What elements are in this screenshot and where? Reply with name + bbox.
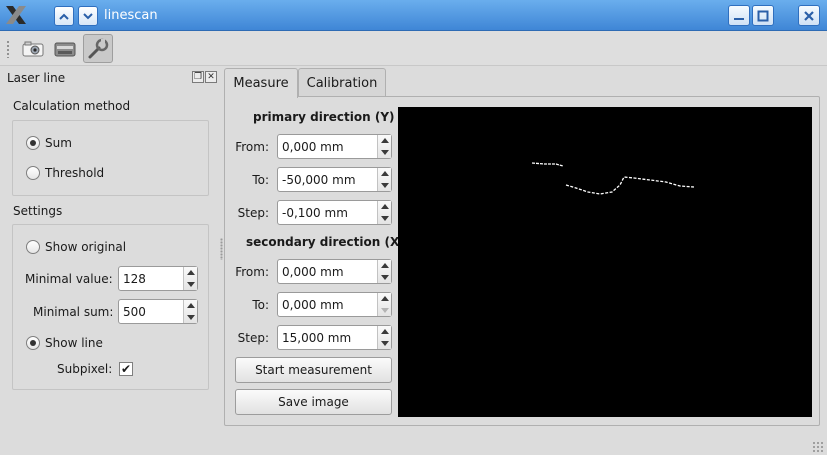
start-measurement-button[interactable]: Start measurement: [235, 357, 392, 383]
scanner-icon: [54, 42, 76, 56]
spin-arrows[interactable]: [377, 293, 391, 316]
spin-arrows[interactable]: [183, 267, 197, 290]
title-bar[interactable]: linescan: [0, 0, 827, 31]
primary-to-value[interactable]: -50,000 mm: [282, 173, 356, 187]
laser-line-trace: [531, 162, 695, 195]
tab-calibration[interactable]: Calibration: [298, 68, 386, 97]
threshold-radio-label[interactable]: Threshold: [45, 166, 104, 180]
scroll-up-button[interactable]: [54, 6, 74, 26]
primary-step-spinbox[interactable]: -0,100 mm: [277, 200, 392, 225]
spin-up-icon[interactable]: [381, 263, 389, 268]
dock-close-button[interactable]: ✕: [205, 71, 217, 83]
spin-down-icon[interactable]: [381, 275, 389, 280]
toolbar-grip[interactable]: [6, 40, 10, 58]
spin-down-icon[interactable]: [187, 315, 195, 320]
x-logo-icon[interactable]: [4, 4, 28, 26]
subpixel-label: Subpixel:: [57, 362, 113, 376]
splitter-handle[interactable]: [220, 238, 223, 260]
show-line-radio[interactable]: [26, 336, 40, 350]
minimal-sum-spinbox[interactable]: 500: [118, 299, 198, 324]
show-line-label[interactable]: Show line: [45, 336, 103, 350]
close-icon: ✕: [207, 72, 215, 82]
primary-from-label: From:: [235, 140, 269, 154]
secondary-to-spinbox[interactable]: 0,000 mm: [277, 292, 392, 317]
spin-up-icon[interactable]: [381, 138, 389, 143]
spin-down-icon: [381, 308, 389, 313]
minimal-sum-label: Minimal sum:: [33, 305, 114, 319]
float-icon: ❐: [193, 72, 203, 82]
maximize-icon: [757, 10, 769, 21]
dock-float-button[interactable]: ❐: [192, 71, 204, 83]
spin-down-icon[interactable]: [381, 150, 389, 155]
window-title: linescan: [104, 8, 158, 23]
show-original-radio[interactable]: [26, 240, 40, 254]
minimize-icon: [734, 17, 744, 20]
scanner-tool-button[interactable]: [50, 34, 80, 63]
spin-down-icon[interactable]: [381, 183, 389, 188]
primary-step-label: Step:: [237, 206, 269, 220]
spin-arrows[interactable]: [183, 300, 197, 323]
spin-up-icon[interactable]: [381, 329, 389, 334]
sum-radio-label[interactable]: Sum: [45, 136, 72, 150]
secondary-from-value[interactable]: 0,000 mm: [282, 265, 344, 279]
calculation-method-group: Sum Threshold: [12, 120, 209, 196]
spin-arrows[interactable]: [377, 260, 391, 283]
subpixel-checkbox[interactable]: ✔: [119, 362, 133, 376]
spin-arrows[interactable]: [377, 201, 391, 224]
laser-preview-image: [398, 107, 812, 417]
spin-arrows[interactable]: [377, 326, 391, 349]
camera-icon: [22, 41, 44, 56]
camera-tool-button[interactable]: [18, 34, 48, 63]
calibration-tool-button[interactable]: [83, 34, 113, 63]
minimize-button[interactable]: [728, 5, 750, 26]
resize-grip[interactable]: [812, 441, 823, 452]
calculation-method-title: Calculation method: [13, 99, 131, 113]
primary-from-spinbox[interactable]: 0,000 mm: [277, 134, 392, 159]
dock-title: Laser line: [7, 71, 66, 85]
secondary-step-spinbox[interactable]: 15,000 mm: [277, 325, 392, 350]
secondary-from-spinbox[interactable]: 0,000 mm: [277, 259, 392, 284]
tab-measure[interactable]: Measure: [224, 68, 298, 98]
secondary-step-value[interactable]: 15,000 mm: [282, 331, 351, 345]
minimal-sum-value[interactable]: 500: [123, 305, 146, 319]
spin-down-icon[interactable]: [187, 282, 195, 287]
secondary-direction-title: secondary direction (X): [246, 235, 405, 249]
primary-step-value[interactable]: -0,100 mm: [282, 206, 348, 220]
secondary-to-value[interactable]: 0,000 mm: [282, 298, 344, 312]
close-button[interactable]: [798, 5, 820, 26]
sum-radio[interactable]: [26, 136, 40, 150]
minimal-value-spinbox[interactable]: 128: [118, 266, 198, 291]
chevron-down-icon: [83, 12, 93, 19]
maximize-button[interactable]: [752, 5, 774, 26]
spin-up-icon[interactable]: [381, 204, 389, 209]
save-image-button[interactable]: Save image: [235, 389, 392, 415]
primary-from-value[interactable]: 0,000 mm: [282, 140, 344, 154]
spin-up-icon[interactable]: [187, 270, 195, 275]
scroll-down-button[interactable]: [78, 6, 98, 26]
settings-title: Settings: [13, 204, 63, 218]
settings-group: Show original Minimal value: 128 Minimal…: [12, 224, 209, 390]
primary-to-label: To:: [252, 173, 269, 187]
threshold-radio[interactable]: [26, 166, 40, 180]
secondary-step-label: Step:: [237, 331, 269, 345]
primary-to-spinbox[interactable]: -50,000 mm: [277, 167, 392, 192]
secondary-from-label: From:: [235, 265, 269, 279]
spin-up-icon[interactable]: [187, 303, 195, 308]
chevron-up-icon: [59, 13, 69, 20]
spin-up-icon[interactable]: [381, 171, 389, 176]
close-icon: [804, 10, 814, 21]
spin-up-icon[interactable]: [381, 296, 389, 301]
spin-down-icon[interactable]: [381, 341, 389, 346]
spin-arrows[interactable]: [377, 168, 391, 191]
show-original-label[interactable]: Show original: [45, 240, 126, 254]
laser-line-dock: Laser line ❐ ✕ Calculation method Sum Th…: [0, 68, 220, 450]
spin-arrows[interactable]: [377, 135, 391, 158]
spin-down-icon[interactable]: [381, 216, 389, 221]
wrench-icon: [88, 38, 109, 58]
toolbar: [0, 31, 827, 66]
minimal-value-value[interactable]: 128: [123, 272, 146, 286]
secondary-to-label: To:: [252, 298, 269, 312]
minimal-value-label: Minimal value:: [25, 272, 113, 286]
primary-direction-title: primary direction (Y): [253, 110, 395, 124]
